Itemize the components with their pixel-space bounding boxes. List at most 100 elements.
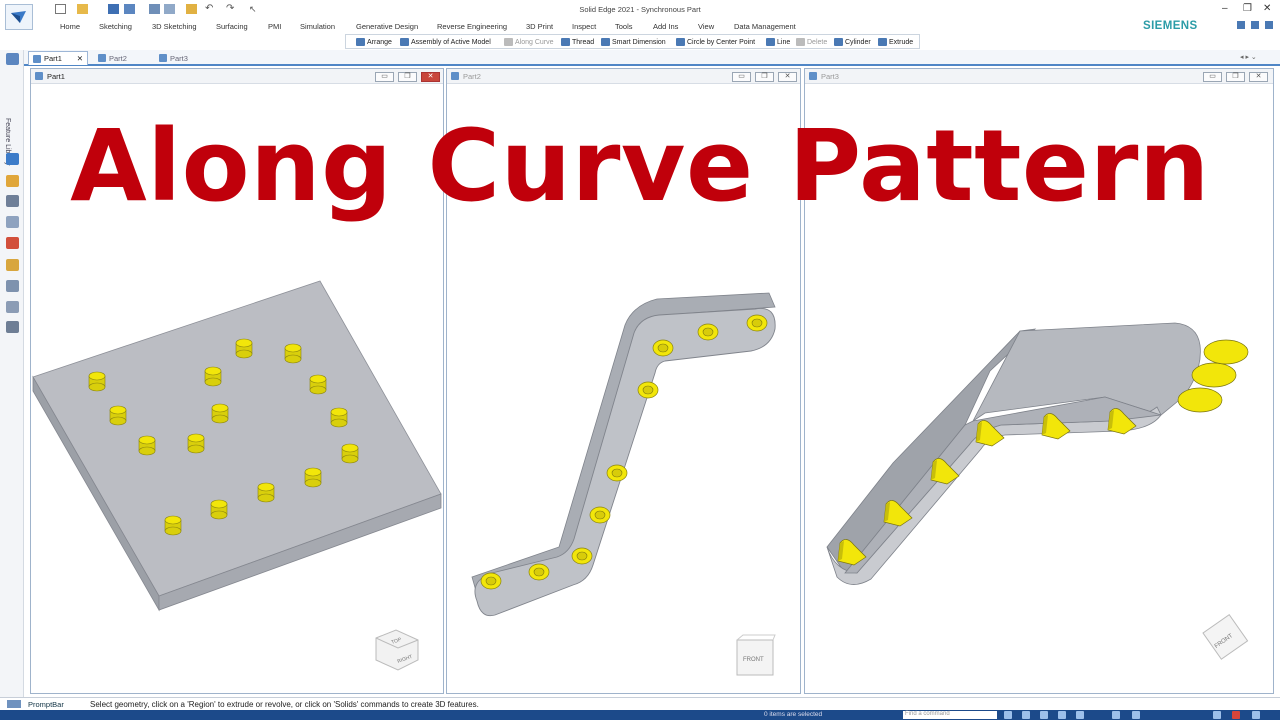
title-bar: ↶ ↷ ↖ Solid Edge 2021 - Synchronous Part…	[0, 0, 1280, 30]
menu-sketching[interactable]: Sketching	[99, 22, 132, 31]
cylinder-pin	[211, 403, 229, 424]
view-cube[interactable]: TOP RIGHT	[375, 629, 419, 671]
hole-feature	[637, 381, 659, 399]
options-icon[interactable]	[1251, 21, 1259, 29]
pane-restore-button[interactable]: ❐	[1226, 72, 1245, 82]
along-curve-button[interactable]: Along Curve	[504, 37, 554, 47]
part-file-icon	[159, 54, 167, 62]
pane-title: Part1	[47, 72, 65, 81]
cylinder-pin	[257, 482, 275, 503]
cylinder-button[interactable]: Cylinder	[834, 37, 871, 47]
prompt-bar-label[interactable]: PromptBar	[28, 700, 64, 709]
menu-generative-design[interactable]: Generative Design	[356, 22, 418, 31]
feature-library-icon[interactable]	[6, 53, 19, 65]
minimize-icon[interactable]: –	[1222, 4, 1228, 14]
hole-feature	[746, 314, 768, 332]
zoom-icon[interactable]	[1004, 711, 1012, 719]
record-icon[interactable]	[1232, 711, 1240, 719]
rotate-icon[interactable]	[1058, 711, 1066, 719]
window-title: Solid Edge 2021 - Synchronous Part	[579, 5, 701, 14]
menu-3d-print[interactable]: 3D Print	[526, 22, 553, 31]
plate-top-face	[32, 280, 442, 597]
menu-add-ins[interactable]: Add Ins	[653, 22, 678, 31]
cylinder-icon	[834, 38, 843, 46]
pane-restore-button[interactable]: ❐	[398, 72, 417, 82]
render-mode-icon[interactable]	[1112, 711, 1120, 719]
search-icon[interactable]	[1213, 711, 1221, 719]
settings-icon[interactable]	[1252, 711, 1260, 719]
color-manager-icon[interactable]	[6, 237, 19, 249]
delete-icon	[796, 38, 805, 46]
line-button[interactable]: Line	[766, 37, 790, 47]
tab-part1[interactable]: Part1 ✕	[28, 51, 88, 65]
pane-close-button[interactable]: ✕	[1249, 72, 1268, 82]
line-icon	[766, 38, 775, 46]
assembly-of-active-model-button[interactable]: Assembly of Active Model	[400, 37, 491, 47]
menu-tools[interactable]: Tools	[615, 22, 633, 31]
ribbon-menu: Home Sketching 3D Sketching Surfacing PM…	[0, 18, 1280, 34]
find-command-input[interactable]: Find a command	[903, 711, 997, 719]
circle-by-center-point-button[interactable]: Circle by Center Point	[676, 37, 755, 47]
pane-restore-button[interactable]: ❐	[755, 72, 774, 82]
pane-minimize-button[interactable]: ▭	[1203, 72, 1222, 82]
fit-icon[interactable]	[1022, 711, 1030, 719]
cylinder-pin	[341, 443, 359, 464]
pan-icon[interactable]	[1040, 711, 1048, 719]
part-file-icon	[35, 72, 43, 80]
cylinder-pin	[330, 407, 348, 428]
smart-dimension-button[interactable]: Smart Dimension	[601, 37, 666, 47]
hole-feature	[571, 547, 593, 565]
thread-button[interactable]: Thread	[561, 37, 594, 47]
notifications-icon[interactable]	[1265, 21, 1273, 29]
menu-reverse-engineering[interactable]: Reverse Engineering	[437, 22, 507, 31]
extrude-icon	[878, 38, 887, 46]
key-icon[interactable]	[6, 259, 19, 271]
arrange-button[interactable]: Arrange	[356, 37, 392, 47]
fin-feature	[1177, 387, 1223, 413]
display-icon[interactable]	[1132, 711, 1140, 719]
part-file-icon	[33, 54, 41, 63]
prompt-bar-icon[interactable]	[7, 700, 21, 708]
tab-part3[interactable]: Part3	[155, 51, 210, 65]
view-preview-icon[interactable]	[6, 280, 19, 292]
menu-data-management[interactable]: Data Management	[734, 22, 796, 31]
close-icon[interactable]: ✕	[1263, 4, 1271, 14]
fin-feature	[1203, 339, 1249, 365]
menu-home[interactable]: Home	[60, 22, 80, 31]
view-cube[interactable]: FRONT	[1202, 613, 1249, 660]
cylinder-pin	[235, 338, 253, 359]
status-bar: 0 items are selected Find a command	[0, 710, 1280, 720]
menu-3d-sketching[interactable]: 3D Sketching	[152, 22, 197, 31]
assembly-icon	[400, 38, 409, 46]
cylinder-pin	[187, 433, 205, 454]
pane-minimize-button[interactable]: ▭	[375, 72, 394, 82]
selection-status: 0 items are selected	[764, 711, 823, 718]
view-cube[interactable]: FRONT	[736, 634, 776, 676]
menu-view[interactable]: View	[698, 22, 714, 31]
hole-feature	[480, 572, 502, 590]
svg-text:FRONT: FRONT	[743, 657, 764, 663]
menu-surfacing[interactable]: Surfacing	[216, 22, 248, 31]
extrude-button[interactable]: Extrude	[878, 37, 913, 47]
thread-icon	[561, 38, 570, 46]
menu-pmi[interactable]: PMI	[268, 22, 281, 31]
tab-scroll-icon[interactable]: ◂ ▸ ⌄	[1240, 53, 1257, 61]
tab-close-icon[interactable]: ✕	[77, 54, 83, 63]
pane-close-button[interactable]: ✕	[421, 72, 440, 82]
menu-inspect[interactable]: Inspect	[572, 22, 596, 31]
restore-icon[interactable]: ❐	[1243, 4, 1252, 14]
hole-feature	[697, 323, 719, 341]
cylinder-pin	[138, 435, 156, 456]
delete-button[interactable]: Delete	[796, 37, 827, 47]
help-icon[interactable]	[1237, 21, 1245, 29]
hole-feature	[589, 506, 611, 524]
pane-minimize-button[interactable]: ▭	[732, 72, 751, 82]
cylinder-pin	[210, 499, 228, 520]
tab-part2[interactable]: Part2	[94, 51, 149, 65]
menu-simulation[interactable]: Simulation	[300, 22, 335, 31]
settings-gear-icon[interactable]	[6, 321, 19, 333]
relationships-icon[interactable]	[6, 301, 19, 313]
pane-close-button[interactable]: ✕	[778, 72, 797, 82]
hole-feature	[652, 339, 674, 357]
view-orientation-icon[interactable]	[1076, 711, 1084, 719]
